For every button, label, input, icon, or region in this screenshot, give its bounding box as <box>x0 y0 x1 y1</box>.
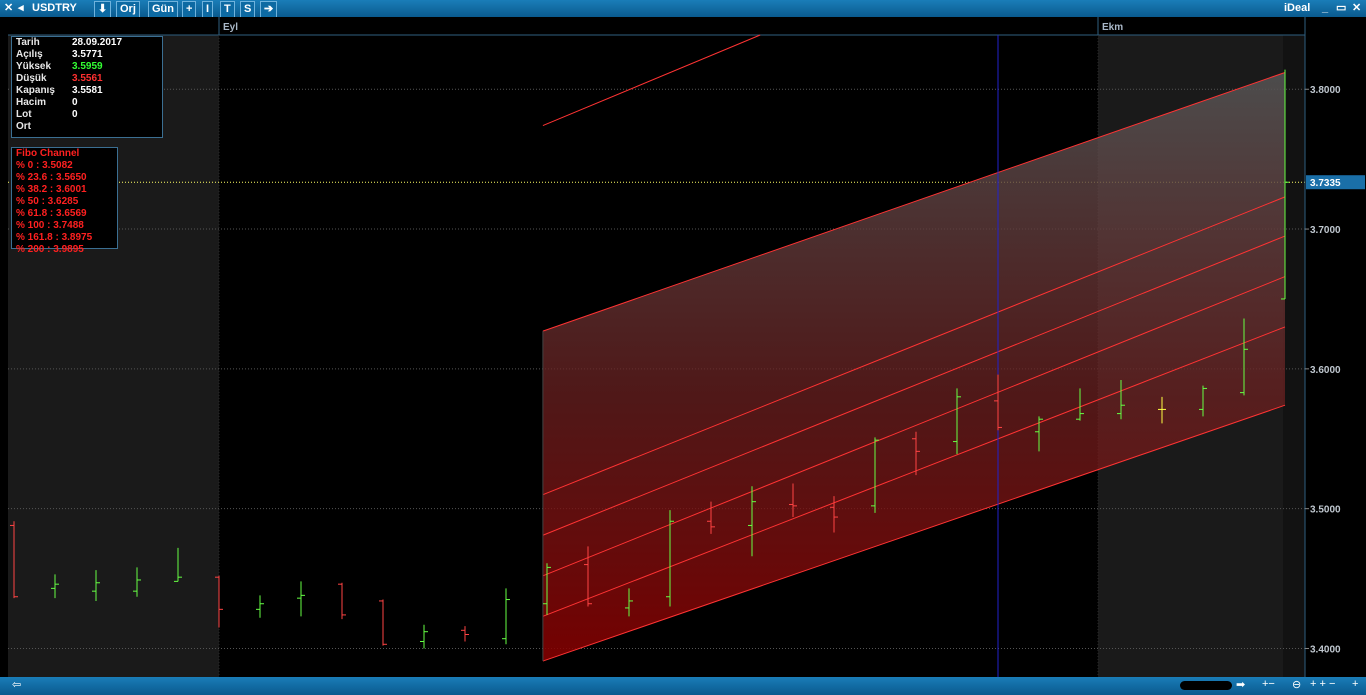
s-button[interactable]: S <box>240 1 256 18</box>
price-axis <box>1305 17 1366 677</box>
zoom-reset-icon[interactable]: ⊖ <box>1292 678 1301 691</box>
arrow-left-icon[interactable]: ⇦ <box>12 678 21 691</box>
info-row-close: Kapanış 3.5581 <box>16 85 103 96</box>
ohlc-bar <box>256 595 264 618</box>
price-tick-label: 3.4000 <box>1310 644 1341 655</box>
right-margin-shade <box>1283 35 1305 677</box>
ohlc-bar <box>379 599 387 646</box>
restore-icon[interactable]: ▭ <box>1336 1 1346 16</box>
price-tick-label: 3.8000 <box>1310 85 1341 96</box>
info-row-avg: Ort <box>16 121 31 132</box>
fibo-level: % 100 : 3.7488 <box>16 220 84 231</box>
plus-button[interactable]: + <box>182 1 197 18</box>
scroll-right-icon[interactable]: ➡ <box>1236 678 1245 691</box>
title-bar: ✕ ◂ USDTRY ⬇ Orj Gün + I T S ➔ iDeal _ ▭… <box>0 0 1366 18</box>
arrow-left-icon[interactable]: ◂ <box>18 1 24 16</box>
month-label: Eyl <box>223 22 238 33</box>
info-row-date: Tarih 28.09.2017 <box>16 37 123 48</box>
ohlc-bar <box>502 588 510 645</box>
status-bar: ⇦ ➡ +− ⊖ + + − + <box>0 677 1366 695</box>
down-arrow-button[interactable]: ⬇ <box>94 1 112 18</box>
price-chart[interactable]: Eyl Ekm 3.4000 3.5000 3.6000 3.7000 3.8000 3.7… <box>0 17 1366 677</box>
current-price-label: 3.7335 <box>1310 178 1341 189</box>
brand-label: iDeal <box>1284 2 1311 14</box>
close-icon[interactable]: ✕ <box>4 1 13 16</box>
ohlc-bar <box>420 624 428 649</box>
info-row-volume: Hacim 0 <box>16 97 78 108</box>
info-row-open: Açılış 3.5771 <box>16 49 103 60</box>
t-button[interactable]: T <box>220 1 235 18</box>
fibo-channel-panel: Fibo Channel % 0 : 3.5082 % 23.6 : 3.565… <box>11 147 118 255</box>
fibo-level: % 38.2 : 3.6001 <box>16 184 87 195</box>
fibo-level: % 61.8 : 3.6569 <box>16 208 87 219</box>
fibo-level: % 23.6 : 3.5650 <box>16 172 87 183</box>
info-row-high: Yüksek 3.5959 <box>16 61 103 72</box>
fibo-title: Fibo Channel <box>16 148 80 159</box>
horizontal-scrollbar-thumb[interactable] <box>1180 681 1232 690</box>
price-tick-label: 3.7000 <box>1310 225 1341 236</box>
symbol-label[interactable]: USDTRY <box>32 1 77 16</box>
fibo-level: % 0 : 3.5082 <box>16 160 73 171</box>
fibo-level: % 50 : 3.6285 <box>16 196 79 207</box>
info-row-lot: Lot 0 <box>16 109 78 120</box>
gun-button[interactable]: Gün <box>148 1 178 18</box>
right-arrow-button[interactable]: ➔ <box>260 1 278 18</box>
zoom-in-icon[interactable]: + + − <box>1310 678 1335 690</box>
price-tick-label: 3.5000 <box>1310 505 1341 516</box>
zoom-out-icon[interactable]: +− <box>1262 678 1275 690</box>
ohlc-bar <box>461 626 469 642</box>
close-window-icon[interactable]: ✕ <box>1352 1 1361 16</box>
fibo-level: % 200 : 3.9895 <box>16 244 84 255</box>
minimize-icon[interactable]: _ <box>1322 1 1328 16</box>
chart-area[interactable]: Eyl Ekm 3.4000 3.5000 3.6000 3.7000 3.8000 3.7… <box>0 17 1366 677</box>
plus-icon[interactable]: + <box>1352 678 1358 690</box>
ohlc-bar <box>297 581 305 617</box>
fibo-channel-line <box>542 34 761 127</box>
orj-button[interactable]: Orj <box>116 1 140 18</box>
fibo-level: % 161.8 : 3.8975 <box>16 232 93 243</box>
price-tick-label: 3.6000 <box>1310 365 1341 376</box>
ohlc-info-panel: Tarih 28.09.2017 Açılış 3.5771 Yüksek 3.595… <box>11 36 163 138</box>
month-label: Ekm <box>1102 22 1123 33</box>
info-row-low: Düşük 3.5561 <box>16 73 103 84</box>
ohlc-bar <box>338 582 346 620</box>
i-button[interactable]: I <box>202 1 214 18</box>
